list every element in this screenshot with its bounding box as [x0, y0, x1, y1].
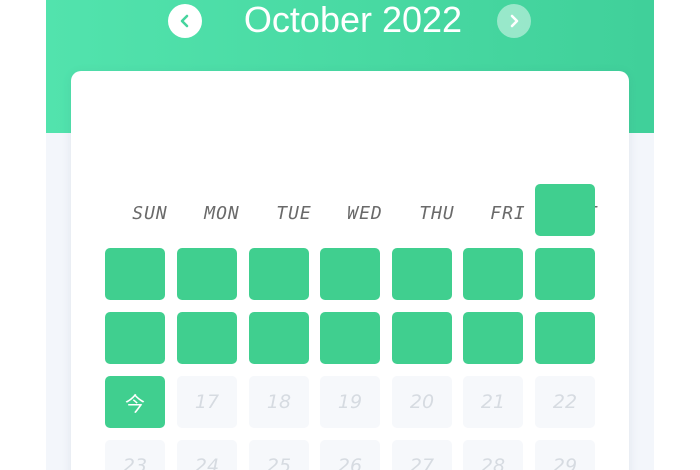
day-cell-17[interactable]: 17 — [177, 376, 237, 428]
next-month-button[interactable] — [497, 4, 531, 38]
day-cell-28[interactable]: 28 — [463, 440, 523, 470]
day-cell-24[interactable]: 24 — [177, 440, 237, 470]
day-cell-18[interactable]: 18 — [249, 376, 309, 428]
day-cell-checked[interactable] — [463, 248, 523, 300]
day-cell-checked[interactable] — [535, 312, 595, 364]
day-cell-19[interactable]: 19 — [320, 376, 380, 428]
day-cell-21[interactable]: 21 — [463, 376, 523, 428]
day-cell-27[interactable]: 27 — [392, 440, 452, 470]
weekday-thu: THU — [419, 203, 455, 224]
calendar-screen: October 2022 SUN MON TUE WED THU FRI SAT — [46, 0, 654, 470]
day-cell-checked[interactable] — [249, 248, 309, 300]
day-cell-22[interactable]: 22 — [535, 376, 595, 428]
month-title: October 2022 — [243, 0, 463, 40]
chevron-left-icon — [180, 14, 189, 28]
day-cell-checked[interactable] — [392, 248, 452, 300]
day-cell-checked[interactable] — [463, 312, 523, 364]
day-cell-checked[interactable] — [177, 248, 237, 300]
day-cell-checked[interactable] — [392, 312, 452, 364]
weekday-sun: SUN — [132, 203, 168, 224]
weekday-wed: WED — [347, 203, 383, 224]
day-cell-26[interactable]: 26 — [320, 440, 380, 470]
day-cell-checked[interactable] — [535, 248, 595, 300]
day-cell-checked[interactable] — [177, 312, 237, 364]
calendar-card: SUN MON TUE WED THU FRI SAT 今 17 18 19 2 — [71, 71, 629, 470]
previous-month-button[interactable] — [168, 4, 202, 38]
chevron-right-icon — [510, 14, 519, 28]
day-cell-checked[interactable] — [535, 184, 595, 236]
day-cell-checked[interactable] — [105, 312, 165, 364]
day-cell-29[interactable]: 29 — [535, 440, 595, 470]
weekday-fri: FRI — [490, 203, 526, 224]
day-cell-checked[interactable] — [320, 248, 380, 300]
day-cell-checked[interactable] — [249, 312, 309, 364]
day-cell-23[interactable]: 23 — [105, 440, 165, 470]
day-cell-20[interactable]: 20 — [392, 376, 452, 428]
day-cell-checked[interactable] — [105, 248, 165, 300]
month-navigation: October 2022 — [46, 0, 654, 44]
day-cell-25[interactable]: 25 — [249, 440, 309, 470]
weekday-mon: MON — [204, 203, 240, 224]
weekday-tue: TUE — [276, 203, 312, 224]
day-cell-today[interactable]: 今 — [105, 376, 165, 428]
day-cell-checked[interactable] — [320, 312, 380, 364]
